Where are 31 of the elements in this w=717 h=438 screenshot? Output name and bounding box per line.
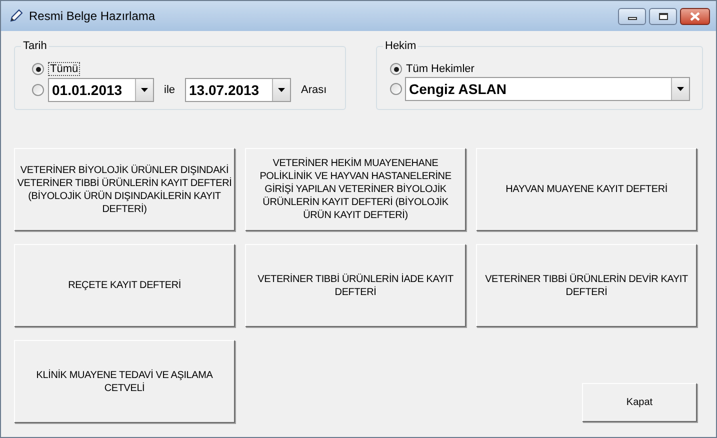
window-title: Resmi Belge Hazırlama — [29, 8, 156, 25]
report-button[interactable]: VETERİNER BİYOLOJİK ÜRÜNLER DIŞINDAKİ VETERİNER TIBBİ ÜRÜNLERİN KAYIT DEFTERİ (BİYOLOJİK ÜRÜN DIŞINDAKİLERİN KAYIT DEFTERİ) — [14, 148, 235, 231]
minimize-button[interactable] — [618, 8, 646, 24]
caret-icon — [141, 88, 148, 92]
pencil-icon — [9, 9, 23, 23]
close-dialog-button[interactable]: Kapat — [582, 383, 697, 422]
report-button[interactable]: REÇETE KAYIT DEFTERİ — [14, 244, 235, 327]
radio-button[interactable] — [390, 83, 402, 95]
report-button[interactable]: KLİNİK MUAYENE TEDAVİ VE AŞILAMA CETVELİ — [14, 340, 235, 423]
radio-button[interactable] — [390, 63, 402, 75]
caret-icon — [278, 88, 286, 92]
dropdown-button[interactable] — [272, 79, 290, 101]
start-date-field[interactable]: 01.01.2013 — [48, 78, 154, 102]
report-button[interactable]: VETERİNER TIBBİ ÜRÜNLERİN İADE KAYIT DEFTERİ — [245, 244, 466, 327]
end-date-field[interactable]: 13.07.2013 — [185, 78, 292, 102]
maximize-button[interactable] — [649, 8, 677, 24]
range-label: ile — [164, 82, 176, 98]
report-button[interactable]: HAYVAN MUAYENE KAYIT DEFTERİ — [476, 148, 697, 231]
report-button[interactable]: VETERİNER HEKİM MUAYENEHANE POLİKLİNİK VE HAYVAN HASTANELERİNE GİRİŞİ YAPILAN VETERİNER BİYOLOJİK ÜRÜNLERİN KAYIT DEFTERİ (BİYOLOJİK ÜRÜN KAYIT DEFTERİ) — [245, 148, 466, 231]
radio-label: Tüm Hekimler — [406, 63, 474, 75]
doctor-dropdown[interactable]: Cengiz ASLAN — [405, 77, 690, 101]
close-button[interactable] — [680, 8, 710, 24]
radio-button[interactable] — [32, 84, 44, 96]
close-icon — [690, 12, 700, 20]
radio-button[interactable] — [32, 63, 44, 75]
dropdown-button[interactable] — [135, 79, 153, 101]
caret-icon — [677, 87, 684, 91]
report-button[interactable]: VETERİNER TIBBİ ÜRÜNLERİN DEVİR KAYIT DEFTERİ — [476, 244, 697, 327]
dropdown-button[interactable] — [671, 78, 689, 100]
range-suffix: Arası — [301, 82, 327, 98]
radio-label: Tümü — [48, 62, 80, 76]
